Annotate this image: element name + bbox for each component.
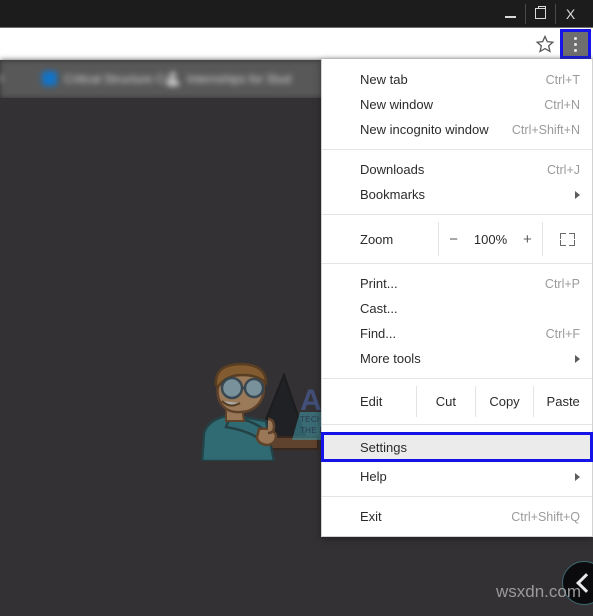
menu-item-label: Bookmarks: [360, 187, 426, 202]
bookmark-label: Critical Structure Co: [64, 71, 172, 86]
bookmark-item[interactable]: Critical Structure Co: [42, 71, 171, 86]
menu-item-new-tab[interactable]: New tab Ctrl+T: [322, 67, 592, 92]
menu-item-exit[interactable]: Exit Ctrl+Shift+Q: [322, 504, 592, 529]
menu-item-help[interactable]: Help: [322, 464, 592, 489]
menu-item-new-incognito-window[interactable]: New incognito window Ctrl+Shift+N: [322, 117, 592, 142]
menu-item-settings[interactable]: Settings: [322, 432, 592, 462]
browser-window-screenshot: X Critical Structure Co Internships for …: [0, 0, 593, 616]
menu-item-label: Cast...: [360, 301, 398, 316]
site-watermark-text: wsxdn.com: [495, 582, 581, 601]
menu-item-label: More tools: [360, 351, 421, 366]
menu-item-shortcut: Ctrl+F: [545, 326, 580, 341]
menu-item-downloads[interactable]: Downloads Ctrl+J: [322, 157, 592, 182]
menu-item-cast[interactable]: Cast...: [322, 296, 592, 321]
three-dot-menu-icon: [574, 48, 577, 52]
menu-separator: [322, 424, 592, 425]
chevron-right-icon: [575, 472, 580, 481]
settings-row-wrapper: Settings: [321, 432, 593, 462]
title-bar: X: [0, 0, 593, 28]
paste-button[interactable]: Paste: [533, 386, 592, 417]
restore-icon: [535, 6, 546, 19]
menu-item-shortcut: Ctrl+J: [547, 162, 580, 177]
zoom-controls: − 100% +: [438, 222, 542, 256]
menu-item-find[interactable]: Find... Ctrl+F: [322, 321, 592, 346]
fullscreen-icon: [560, 232, 575, 246]
browser-toolbar: [0, 28, 593, 60]
edit-label: Edit: [360, 394, 383, 409]
three-dot-menu-icon: [574, 36, 577, 40]
chevron-right-icon: [575, 190, 580, 199]
three-dot-menu-icon: [574, 42, 577, 46]
menu-item-label: Exit: [360, 509, 382, 524]
menu-item-shortcut: Ctrl+P: [544, 276, 580, 291]
menu-item-shortcut: Ctrl+N: [544, 97, 580, 112]
menu-item-label: Help: [360, 469, 387, 484]
minimize-icon: [505, 15, 516, 18]
cut-button[interactable]: Cut: [416, 386, 475, 417]
bookmark-star-icon[interactable]: [535, 34, 555, 54]
menu-item-label: New incognito window: [360, 122, 489, 137]
menu-item-label: Settings: [360, 439, 407, 455]
chrome-main-menu: New tab Ctrl+T New window Ctrl+N New inc…: [321, 59, 593, 537]
bookmark-label: Internships for Stud: [187, 71, 292, 86]
menu-item-label: Print...: [360, 276, 398, 291]
zoom-label: Zoom: [360, 231, 394, 247]
menu-item-shortcut: Ctrl+Shift+Q: [511, 509, 580, 524]
menu-item-label: New tab: [360, 72, 408, 87]
menu-item-shortcut: Ctrl+T: [545, 72, 580, 87]
menu-item-print[interactable]: Print... Ctrl+P: [322, 271, 592, 296]
zoom-out-button[interactable]: −: [445, 231, 463, 248]
zoom-level-value: 100%: [473, 231, 508, 247]
menu-separator: [322, 214, 592, 215]
menu-item-new-window[interactable]: New window Ctrl+N: [322, 92, 592, 117]
zoom-in-button[interactable]: +: [518, 231, 536, 248]
menu-separator: [322, 263, 592, 264]
copy-button[interactable]: Copy: [474, 386, 534, 417]
menu-item-bookmarks[interactable]: Bookmarks: [322, 182, 592, 207]
restore-button[interactable]: [525, 3, 555, 24]
minimize-button[interactable]: [496, 4, 525, 24]
chrome-menu-button[interactable]: [560, 29, 591, 59]
close-button[interactable]: X: [555, 3, 585, 24]
window-controls: X: [496, 0, 585, 27]
menu-separator: [322, 378, 592, 379]
blue-square-favicon: [42, 71, 57, 86]
menu-item-label: Find...: [360, 326, 397, 341]
menu-item-more-tools[interactable]: More tools: [322, 346, 592, 371]
menu-item-label: Downloads: [360, 162, 425, 177]
menu-item-shortcut: Ctrl+Shift+N: [511, 122, 580, 137]
menu-item-label: New window: [360, 97, 433, 112]
menu-separator: [322, 149, 592, 150]
menu-zoom-row: Zoom − 100% +: [322, 222, 592, 256]
menu-edit-row: Edit Cut Copy Paste: [322, 386, 592, 417]
fullscreen-button[interactable]: [542, 222, 592, 256]
person-favicon: [165, 71, 180, 86]
bookmark-partial-item: [0, 75, 2, 82]
bookmark-item[interactable]: Internships for Stud: [165, 71, 291, 86]
close-icon: X: [565, 5, 576, 22]
menu-separator: [322, 496, 592, 497]
chevron-right-icon: [575, 354, 580, 363]
